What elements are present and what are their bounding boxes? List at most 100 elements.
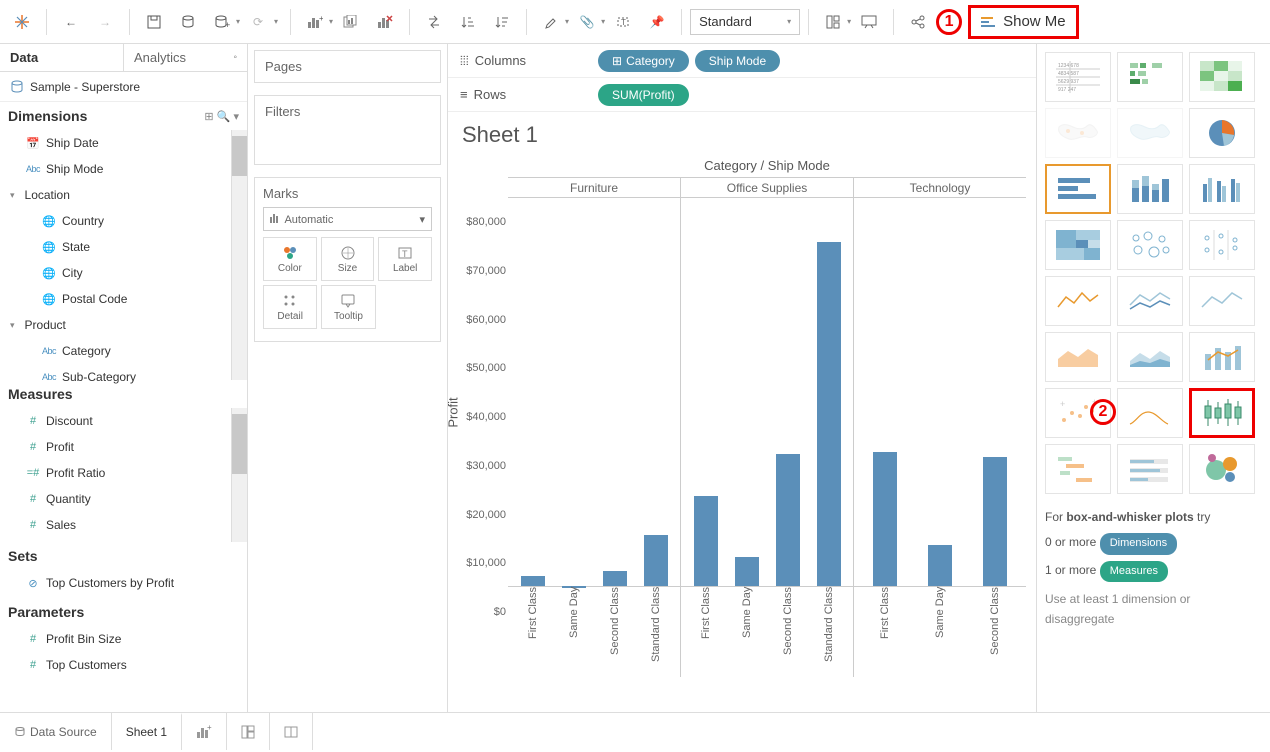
filters-card[interactable]: Filters	[254, 95, 441, 165]
analytics-tab[interactable]: Analytics◦	[123, 44, 247, 71]
color-button[interactable]: Color	[263, 237, 317, 281]
bar[interactable]	[928, 545, 952, 586]
sort-asc-button[interactable]	[452, 6, 484, 38]
sm-filled-map[interactable]	[1117, 108, 1183, 158]
new-worksheet-dropdown[interactable]: +▾	[206, 6, 240, 38]
label-button[interactable]: TLabel	[378, 237, 432, 281]
show-me-button[interactable]: Show Me	[968, 5, 1079, 39]
sm-line-continuous[interactable]	[1045, 276, 1111, 326]
highlight-dropdown[interactable]: ▾	[535, 6, 569, 38]
sm-highlight-table[interactable]	[1189, 52, 1255, 102]
new-story-tab[interactable]	[270, 713, 313, 750]
group-dropdown[interactable]: 📎▾	[571, 6, 605, 38]
menu-caret[interactable]: ▾	[233, 111, 239, 123]
clear-sheet-button[interactable]	[369, 6, 401, 38]
bar[interactable]	[817, 242, 841, 586]
pages-card[interactable]: Pages	[254, 50, 441, 83]
duplicate-sheet-button[interactable]	[335, 6, 367, 38]
bar[interactable]	[644, 535, 668, 586]
size-button[interactable]: Size	[321, 237, 375, 281]
bar[interactable]	[603, 571, 627, 586]
sm-heat-map[interactable]	[1117, 52, 1183, 102]
sm-text-table[interactable]: 1234 6784834 5875629 937917 247	[1045, 52, 1111, 102]
sm-stacked-bar[interactable]	[1117, 164, 1183, 214]
sm-dual-combination[interactable]	[1189, 332, 1255, 382]
new-worksheet-tab[interactable]: +	[182, 713, 227, 750]
sm-dual-line[interactable]	[1189, 276, 1255, 326]
bar[interactable]	[694, 496, 718, 586]
sm-side-by-side-circle[interactable]	[1189, 220, 1255, 270]
parameter-field[interactable]: #Profit Bin Size	[0, 626, 247, 652]
pill[interactable]: SUM(Profit)	[598, 84, 689, 106]
sm-symbol-map[interactable]	[1045, 108, 1111, 158]
rows-shelf[interactable]: ≡Rows SUM(Profit)	[448, 78, 1036, 112]
labels-button[interactable]: T	[607, 6, 639, 38]
sheet-tab[interactable]: Sheet 1	[112, 713, 182, 750]
set-field[interactable]: ⊘Top Customers by Profit	[0, 570, 247, 596]
bar[interactable]	[776, 454, 800, 586]
columns-shelf[interactable]: ⦙⦙⦙Columns ⊞CategoryShip Mode	[448, 44, 1036, 78]
search-icon[interactable]: 🔍	[217, 111, 231, 123]
parameter-field[interactable]: #Top Customers	[0, 652, 247, 678]
field-folder[interactable]: Location	[0, 182, 247, 208]
sm-treemap[interactable]	[1045, 220, 1111, 270]
sm-area-continuous[interactable]	[1045, 332, 1111, 382]
dimension-field[interactable]: 🌐Postal Code	[0, 286, 247, 312]
cards-dropdown[interactable]: ▾	[817, 6, 851, 38]
scrollbar[interactable]	[231, 130, 247, 380]
datasource-row[interactable]: Sample - Superstore	[0, 72, 247, 102]
pill[interactable]: Ship Mode	[695, 50, 780, 72]
fit-dropdown[interactable]: Standard▾	[690, 9, 800, 35]
measure-field[interactable]: #Quantity	[0, 486, 247, 512]
tooltip-button[interactable]: Tooltip	[321, 285, 375, 329]
bar[interactable]	[521, 576, 545, 586]
dimension-field[interactable]: 🌐Country	[0, 208, 247, 234]
measure-field[interactable]: #Discount	[0, 408, 247, 434]
pill[interactable]: ⊞Category	[598, 50, 689, 72]
refresh-button[interactable]: ⟳	[242, 6, 274, 38]
data-tab[interactable]: Data	[0, 44, 123, 71]
bar[interactable]	[735, 557, 759, 586]
view-icon[interactable]: ⊞	[204, 111, 213, 123]
share-button[interactable]	[902, 6, 934, 38]
sm-packed-bubbles[interactable]	[1189, 444, 1255, 494]
undo-button[interactable]: ←	[55, 6, 87, 38]
measure-field[interactable]: =#Profit Ratio	[0, 460, 247, 486]
dimension-field[interactable]: AbcCategory	[0, 338, 247, 364]
redo-button[interactable]: →	[89, 6, 121, 38]
bar[interactable]	[983, 457, 1007, 586]
sm-histogram[interactable]: 2	[1117, 388, 1183, 438]
new-datasource-dropdown[interactable]	[172, 6, 204, 38]
sm-side-by-side-bar[interactable]	[1189, 164, 1255, 214]
sm-line-discrete[interactable]	[1117, 276, 1183, 326]
sm-pie[interactable]	[1189, 108, 1255, 158]
save-button[interactable]	[138, 6, 170, 38]
dimension-field[interactable]: AbcShip Mode	[0, 156, 247, 182]
sm-bullet[interactable]	[1117, 444, 1183, 494]
sheet-title[interactable]: Sheet 1	[448, 112, 1036, 158]
measure-field[interactable]: #Profit	[0, 434, 247, 460]
bar[interactable]	[873, 452, 897, 586]
datasource-tab[interactable]: Data Source	[0, 713, 112, 750]
scrollbar[interactable]	[231, 408, 247, 542]
dimension-field[interactable]: AbcSub-Category	[0, 364, 247, 390]
pin-button[interactable]: 📌	[641, 6, 673, 38]
new-dashboard-tab[interactable]	[227, 713, 270, 750]
detail-button[interactable]: Detail	[263, 285, 317, 329]
sm-box-whisker[interactable]	[1189, 388, 1255, 438]
sm-circle-views[interactable]	[1117, 220, 1183, 270]
new-sheet-dropdown[interactable]: +▾	[299, 6, 333, 38]
sm-horizontal-bar[interactable]	[1045, 164, 1111, 214]
sm-gantt[interactable]	[1045, 444, 1111, 494]
field-folder[interactable]: Product	[0, 312, 247, 338]
sort-desc-button[interactable]	[486, 6, 518, 38]
dimension-field[interactable]: 🌐State	[0, 234, 247, 260]
dimension-field[interactable]: 📅Ship Date	[0, 130, 247, 156]
measure-field[interactable]: #Sales	[0, 512, 247, 538]
swap-button[interactable]	[418, 6, 450, 38]
marks-type-dropdown[interactable]: Automatic ▾	[263, 207, 432, 231]
dimension-field[interactable]: 🌐City	[0, 260, 247, 286]
sm-area-discrete[interactable]	[1117, 332, 1183, 382]
presentation-button[interactable]	[853, 6, 885, 38]
separator	[290, 9, 291, 35]
